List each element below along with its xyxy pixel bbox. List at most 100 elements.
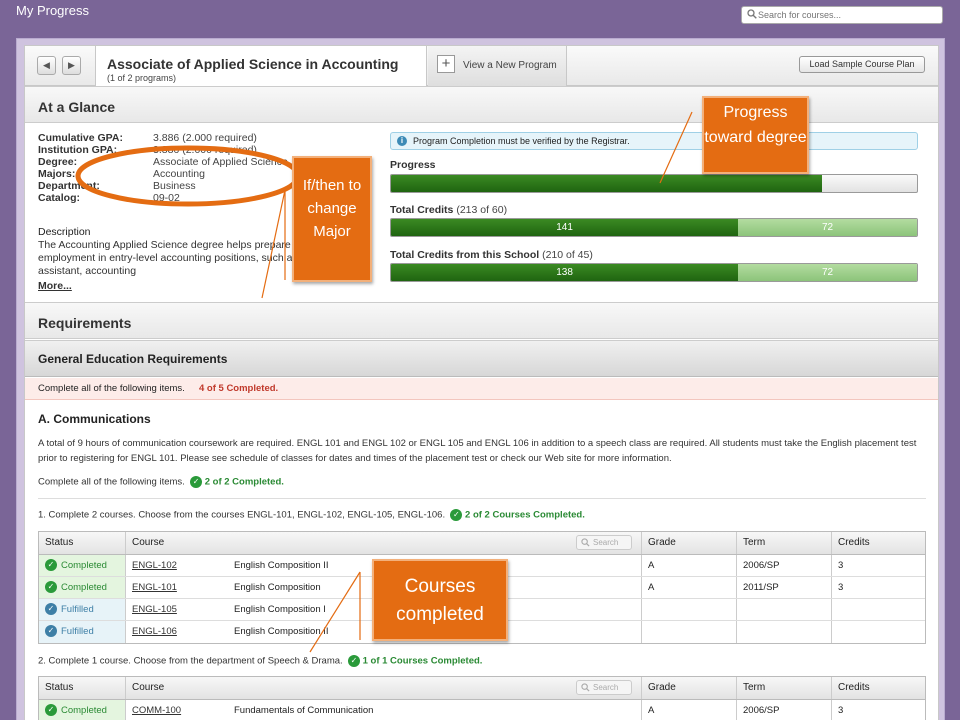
status-cell: ✓ Completed (39, 577, 125, 598)
field-label: Institution GPA: (38, 144, 118, 156)
gen-ed-title: General Education Requirements (38, 352, 228, 366)
status-text: Completed (61, 705, 107, 716)
grade-cell: A (641, 577, 736, 598)
check-icon: ✓ (45, 603, 57, 616)
term-cell: 2006/SP (736, 700, 831, 720)
institution-gpa-row: Institution GPA: 3.886 (2.000 required) (38, 144, 368, 156)
status-cell: ✓ Completed (39, 700, 125, 720)
courses-table-2: Status Course Search Grade Term Credits … (38, 676, 926, 720)
gen-ed-header[interactable]: General Education Requirements (25, 340, 938, 377)
status-text: Completed (61, 560, 107, 571)
col-grade[interactable]: Grade (641, 677, 736, 699)
requirement-1-status: 2 of 2 Courses Completed. (465, 509, 585, 521)
gen-ed-instruction: Complete all of the following items. (38, 383, 185, 394)
search-icon (581, 538, 590, 547)
course-search-box[interactable] (741, 6, 943, 24)
ifthen-callout: If/then to change Major (292, 156, 372, 282)
field-label: Department: (38, 180, 100, 192)
table-search-label: Search (593, 538, 619, 547)
course-code-link[interactable]: ENGL-101 (132, 582, 177, 593)
load-sample-plan-button[interactable]: Load Sample Course Plan (799, 56, 925, 73)
term-cell (736, 621, 831, 643)
col-term[interactable]: Term (736, 532, 831, 554)
col-term[interactable]: Term (736, 677, 831, 699)
course-name: Fundamentals of Communication (234, 705, 374, 716)
credits-cell (831, 621, 926, 643)
field-label: Majors: (38, 168, 76, 180)
course-code-link[interactable]: COMM-100 (132, 705, 181, 716)
col-course[interactable]: Course Search (125, 677, 641, 699)
col-status[interactable]: Status (39, 677, 125, 699)
field-value: 3.886 (2.000 required) (153, 132, 257, 144)
status-cell: ✓ Completed (39, 555, 125, 576)
check-icon: ✓ (45, 625, 57, 638)
requirement-2-line: 2. Complete 1 course. Choose from the de… (38, 655, 482, 667)
next-program-button[interactable]: ▶ (62, 56, 81, 75)
app-title: My Progress (16, 3, 89, 18)
requirement-1-line: 1. Complete 2 courses. Choose from the c… (38, 509, 585, 521)
total-credits-heading: Total Credits (213 of 60) (390, 204, 507, 216)
table-row: ✓ Completed COMM-100 Fundamentals of Commu… (39, 700, 925, 720)
info-icon: i (397, 136, 407, 146)
progress-bar (390, 174, 918, 193)
communications-instruction: Complete all of the following items. (38, 476, 185, 488)
divider (38, 498, 926, 499)
check-icon: ✓ (45, 581, 57, 594)
col-status[interactable]: Status (39, 532, 125, 554)
info-banner: i Program Completion must be verified by… (390, 132, 918, 150)
communications-title[interactable]: A. Communications (38, 412, 151, 426)
term-cell (736, 599, 831, 620)
view-new-program-tab[interactable]: + View a New Program (428, 46, 567, 86)
credits-cell: 3 (831, 577, 926, 598)
course-search-input[interactable] (758, 8, 938, 22)
requirement-2-text: 2. Complete 1 course. Choose from the de… (38, 655, 343, 667)
total-credits-done: 141 (391, 219, 739, 236)
course-code-link[interactable]: ENGL-102 (132, 560, 177, 571)
program-title: Associate of Applied Science in Accounti… (107, 56, 399, 72)
course-code-link[interactable]: ENGL-105 (132, 604, 177, 615)
col-credits[interactable]: Credits (831, 532, 926, 554)
top-bar: My Progress (0, 0, 960, 36)
info-text: Program Completion must be verified by t… (413, 136, 630, 146)
table-header-row: Status Course Search Grade Term Credits (39, 532, 925, 555)
col-course-label: Course (132, 537, 165, 548)
chevron-left-icon: ◀ (43, 60, 50, 70)
at-a-glance-title: At a Glance (38, 99, 116, 115)
communications-status-line: Complete all of the following items. ✓ 2… (38, 476, 284, 488)
total-credits-bar: 141 72 (390, 218, 918, 237)
table-search-button[interactable]: Search (576, 680, 632, 695)
status-cell: ✓ Fulfilled (39, 599, 125, 620)
table-search-button[interactable]: Search (576, 535, 632, 550)
school-credits-label: Total Credits from this School (390, 249, 540, 261)
chevron-right-icon: ▶ (68, 60, 75, 70)
prev-program-button[interactable]: ◀ (37, 56, 56, 75)
grade-cell (641, 599, 736, 620)
col-course[interactable]: Course Search (125, 532, 641, 554)
total-credits-other: 72 (738, 219, 917, 236)
field-label: Catalog: (38, 192, 80, 204)
status-text: Completed (61, 582, 107, 593)
term-cell: 2011/SP (736, 577, 831, 598)
check-icon: ✓ (190, 476, 203, 488)
description-label: Description (38, 226, 91, 238)
check-icon: ✓ (347, 655, 360, 667)
term-cell: 2006/SP (736, 555, 831, 576)
col-credits[interactable]: Credits (831, 677, 926, 699)
course-code-link[interactable]: ENGL-106 (132, 626, 177, 637)
progress-label: Progress (390, 159, 436, 171)
program-header: ◀ ▶ Associate of Applied Science in Acco… (25, 46, 938, 86)
school-credits-bar: 138 72 (390, 263, 918, 282)
grade-cell (641, 621, 736, 643)
more-link[interactable]: More... (38, 280, 72, 292)
course-name: English Composition II (234, 626, 329, 637)
communications-status: 2 of 2 Completed. (204, 476, 284, 488)
field-value: 3.886 (2.000 required) (153, 144, 257, 156)
check-icon: ✓ (450, 509, 463, 521)
status-text: Fulfilled (61, 626, 94, 637)
course-name: English Composition I (234, 604, 326, 615)
col-grade[interactable]: Grade (641, 532, 736, 554)
gen-ed-status: 4 of 5 Completed. (199, 383, 279, 394)
search-icon (747, 9, 757, 19)
credits-cell: 3 (831, 555, 926, 576)
status-cell: ✓ Fulfilled (39, 621, 125, 643)
